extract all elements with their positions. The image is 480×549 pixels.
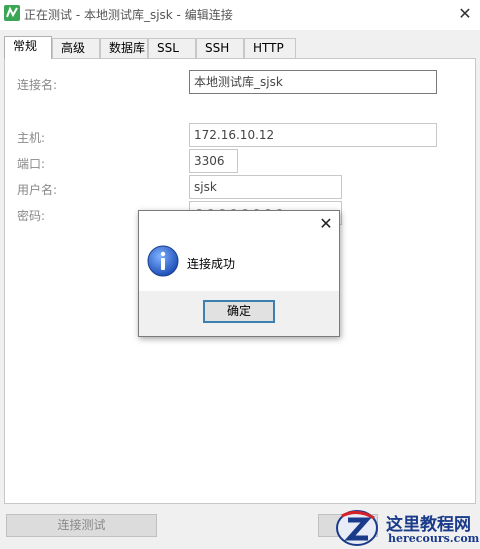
connection-name-label: 连接名: <box>17 78 58 92</box>
tab-ssh[interactable]: SSH <box>196 38 244 58</box>
username-label: 用户名: <box>17 183 58 197</box>
watermark: 这里教程网 herecours.com <box>332 506 480 549</box>
port-input[interactable]: 3306 <box>189 149 238 173</box>
dialog-body: 连接成功 确定 <box>139 237 339 336</box>
dialog-ok-button[interactable]: 确定 <box>203 300 275 323</box>
tab-general[interactable]: 常规 <box>4 36 52 59</box>
info-icon <box>147 245 179 277</box>
connection-name-input[interactable]: 本地测试库_sjsk <box>189 70 437 94</box>
window-close-icon[interactable]: ✕ <box>454 3 476 25</box>
tab-advanced[interactable]: 高级 <box>52 38 100 58</box>
dialog-message: 连接成功 <box>187 257 236 271</box>
watermark-en-text: herecours.com <box>388 532 480 545</box>
password-label: 密码: <box>17 209 46 223</box>
navicat-icon <box>4 5 20 21</box>
dialog-button-area: 确定 <box>139 291 339 336</box>
dialog-close-icon[interactable]: ✕ <box>315 213 337 235</box>
tab-databases[interactable]: 数据库 <box>100 38 148 58</box>
message-dialog: ✕ 连接成功 确定 <box>138 210 340 337</box>
tab-http[interactable]: HTTP <box>244 38 296 58</box>
title-bar: 正在测试 - 本地测试库_sjsk - 编辑连接 ✕ <box>0 0 480 30</box>
host-input[interactable]: 172.16.10.12 <box>189 123 437 147</box>
port-label: 端口: <box>17 157 46 171</box>
host-label: 主机: <box>17 131 46 145</box>
tab-bar: 常规 高级 数据库 SSL SSH HTTP <box>4 36 476 59</box>
watermark-logo-icon <box>336 510 378 546</box>
test-connection-button[interactable]: 连接测试 <box>6 514 157 537</box>
dialog-title-bar: ✕ <box>139 211 339 237</box>
username-input[interactable]: sjsk <box>189 175 342 199</box>
tab-ssl[interactable]: SSL <box>148 38 196 58</box>
window-title: 正在测试 - 本地测试库_sjsk - 编辑连接 <box>24 8 233 22</box>
